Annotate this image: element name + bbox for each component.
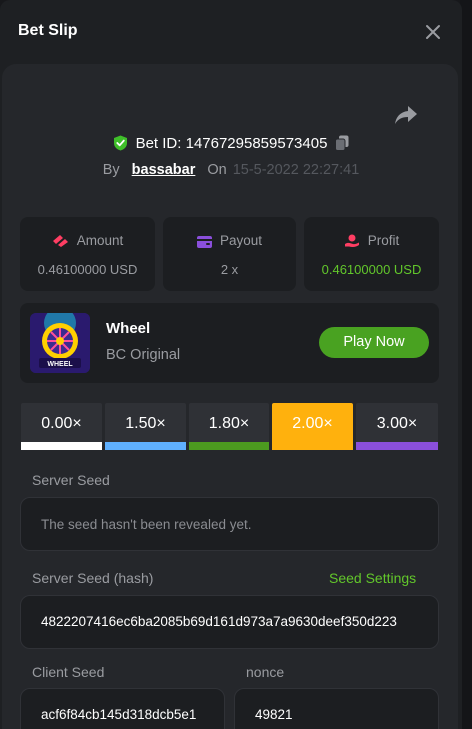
server-seed-label: Server Seed xyxy=(32,472,110,488)
copy-icon xyxy=(335,135,349,151)
bet-id-row: Bet ID: 14767295859573405 xyxy=(0,135,462,155)
multiplier-3[interactable]: 2.00× xyxy=(272,403,353,450)
on-label: On xyxy=(207,162,227,178)
nonce-value: 49821 xyxy=(255,707,293,722)
payout-card: Payout 2 x xyxy=(163,217,296,291)
game-subtitle: BC Original xyxy=(106,347,181,363)
close-icon xyxy=(426,25,440,39)
modal-title: Bet Slip xyxy=(18,22,78,39)
profit-label: Profit xyxy=(367,233,400,248)
nonce-label: nonce xyxy=(246,664,285,680)
client-seed-label: Client Seed xyxy=(32,664,105,680)
server-seed-hash-value: 4822207416ec6ba2085b69d161d973a7a9630dee… xyxy=(41,614,397,629)
game-card: WHEEL Wheel BC Original Play Now xyxy=(20,303,439,383)
multiplier-label: 1.80× xyxy=(208,415,250,432)
multiplier-2[interactable]: 1.80× xyxy=(189,403,269,450)
wheel-game-image: WHEEL xyxy=(30,313,90,373)
username-link[interactable]: bassabar xyxy=(132,162,196,178)
amount-value: 0.46100000 USD xyxy=(37,262,138,277)
play-now-button[interactable]: Play Now xyxy=(319,327,429,358)
payout-label: Payout xyxy=(219,233,263,248)
server-seed-placeholder: The seed hasn't been revealed yet. xyxy=(41,517,252,532)
server-seed-field[interactable]: The seed hasn't been revealed yet. xyxy=(20,497,439,551)
thumb-caption: WHEEL xyxy=(47,361,73,368)
verified-shield-icon xyxy=(113,135,128,155)
multiplier-label: 0.00× xyxy=(41,415,82,432)
bet-id: Bet ID: 14767295859573405 xyxy=(135,135,328,152)
bet-date: 15-5-2022 22:27:41 xyxy=(232,162,360,178)
game-thumbnail[interactable]: WHEEL xyxy=(30,313,90,373)
bet-slip-modal: Bet Slip Bet ID: 14767295859573405 By bas… xyxy=(0,0,462,729)
coins-icon xyxy=(52,235,68,247)
profit-card: Profit 0.46100000 USD xyxy=(304,217,439,291)
amount-card: Amount 0.46100000 USD xyxy=(20,217,155,291)
close-button[interactable] xyxy=(424,23,442,41)
copy-button[interactable] xyxy=(335,135,349,155)
multiplier-0[interactable]: 0.00× xyxy=(21,403,102,450)
multiplier-color-bar xyxy=(21,442,102,450)
multiplier-color-bar xyxy=(272,442,353,450)
multiplier-1[interactable]: 1.50× xyxy=(105,403,186,450)
bet-author-row: By bassabar On 15-5-2022 22:27:41 xyxy=(0,162,462,178)
share-icon xyxy=(395,106,417,124)
profit-value: 0.46100000 USD xyxy=(321,262,422,277)
seed-settings-link[interactable]: Seed Settings xyxy=(329,570,416,586)
hand-coin-icon xyxy=(344,234,359,247)
multiplier-color-bar xyxy=(356,442,438,450)
by-label: By xyxy=(102,162,120,178)
server-seed-hash-field[interactable]: 4822207416ec6ba2085b69d161d973a7a9630dee… xyxy=(20,595,439,649)
share-button[interactable] xyxy=(393,104,421,128)
multiplier-color-bar xyxy=(189,442,269,450)
multiplier-4[interactable]: 3.00× xyxy=(356,403,438,450)
payout-value: 2 x xyxy=(220,262,239,277)
multiplier-label: 1.50× xyxy=(125,415,166,432)
amount-label: Amount xyxy=(76,233,124,248)
multiplier-label: 2.00× xyxy=(292,415,333,432)
nonce-field[interactable]: 49821 xyxy=(234,688,439,729)
multiplier-label: 3.00× xyxy=(376,415,418,432)
multiplier-color-bar xyxy=(105,442,186,450)
wallet-icon xyxy=(196,236,212,248)
server-seed-hash-label: Server Seed (hash) xyxy=(32,570,154,586)
game-name: Wheel xyxy=(106,320,151,337)
client-seed-field[interactable]: acf6f84cb145d318dcb5e1 xyxy=(20,688,225,729)
client-seed-value: acf6f84cb145d318dcb5e1 xyxy=(41,707,197,722)
